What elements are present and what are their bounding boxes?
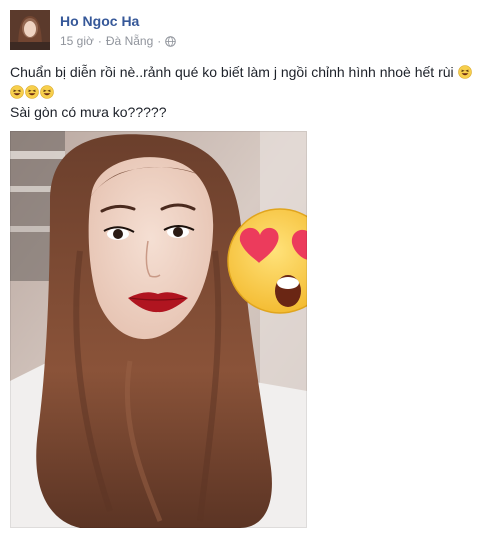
meta-separator-2: · — [157, 34, 162, 48]
author-name-link[interactable]: Ho Ngoc Ha — [60, 13, 139, 29]
post-text-line-2 — [10, 82, 490, 102]
author-avatar[interactable] — [10, 10, 50, 50]
post-text: Chuẩn bị diễn rồi nè..rảnh qué ko biết l… — [10, 62, 490, 122]
post-photo[interactable] — [10, 131, 307, 528]
meta-separator: · — [97, 34, 102, 48]
post-timestamp-link[interactable]: 15 giờ — [60, 34, 94, 48]
facebook-post: Ho Ngoc Ha 15 giờ · Đà Nẵng · Chuẩn bị d… — [0, 0, 500, 539]
post-location-link[interactable]: Đà Nẵng — [106, 34, 153, 48]
grinning-squint-emoji-icon — [457, 64, 472, 79]
grinning-squint-emoji-icon — [10, 84, 24, 99]
post-meta: 15 giờ · Đà Nẵng · — [60, 34, 177, 48]
post-text-line-1: Chuẩn bị diễn rồi nè..rảnh qué ko biết l… — [10, 62, 490, 82]
post-text-line-3: Sài gòn có mưa ko????? — [10, 104, 167, 120]
grinning-squint-emoji-icon — [40, 84, 54, 99]
grinning-squint-emoji-icon — [25, 84, 39, 99]
globe-icon[interactable] — [165, 35, 177, 47]
